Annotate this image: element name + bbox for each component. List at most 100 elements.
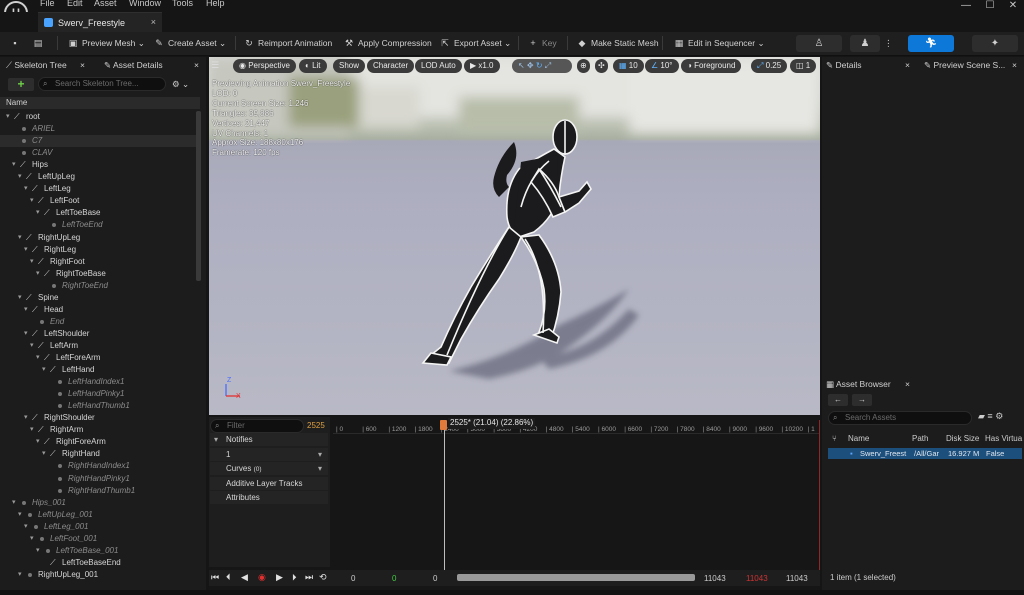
export-asset-button[interactable]: ⇱ Export Asset ⌄ <box>439 36 511 50</box>
tree-row[interactable]: ▾ ⟋ RightArm <box>0 424 196 436</box>
lod-button[interactable]: LOD Auto <box>415 59 462 73</box>
maximize-button[interactable]: ☐ <box>980 0 1000 12</box>
tab-skeleton-tree[interactable]: ⟋ Skeleton Tree <box>6 58 67 72</box>
tab-skeleton-close[interactable]: × <box>80 58 85 72</box>
asset-row[interactable]: ▪ Swerv_Freest /All/Gar 16.927 M False <box>828 448 1022 459</box>
current-frame[interactable]: 2525 <box>307 421 325 430</box>
tree-row[interactable]: ▾ ⟋ RightUpLeg <box>0 232 196 244</box>
character-button[interactable]: Character <box>367 59 415 73</box>
chevron-down-icon[interactable]: ▾ <box>24 412 28 424</box>
tree-row[interactable]: ▾ ⟋ LeftArm <box>0 340 196 352</box>
skeleton-mode-button[interactable]: ♙ <box>796 35 842 52</box>
chevron-down-icon[interactable]: ▾ <box>30 256 34 268</box>
col-disk-size[interactable]: Disk Size <box>946 434 979 443</box>
tree-row[interactable]: ▾ ⟋ RightLeg <box>0 244 196 256</box>
menu-asset[interactable]: Asset <box>94 0 117 8</box>
tree-row[interactable]: ▾ ⟋ LeftForeArm <box>0 352 196 364</box>
tab-asset-browser[interactable]: ▦ Asset Browser <box>826 377 891 391</box>
tree-row[interactable]: ▾ ⟋ RightFoot <box>0 256 196 268</box>
document-tab[interactable]: Swerv_Freestyle × <box>38 12 162 32</box>
attributes-track[interactable]: Attributes <box>210 491 328 504</box>
tab-preview-scene-close[interactable]: × <box>1012 58 1017 72</box>
chevron-down-icon[interactable]: ▾ <box>12 159 16 171</box>
chevron-down-icon[interactable]: ▾ <box>24 328 28 340</box>
chevron-down-icon[interactable]: ▾ <box>42 364 46 376</box>
tree-row[interactable]: ▾ ⟋ Spine <box>0 292 196 304</box>
tree-row[interactable]: C7 <box>0 135 196 148</box>
create-asset-button[interactable]: ✎ Create Asset ⌄ <box>153 36 226 50</box>
col-name[interactable]: Name <box>848 434 869 443</box>
tree-row[interactable]: ▾ ⟋ Hips <box>0 159 196 171</box>
tree-row[interactable]: ▾ ⟋ LeftHand <box>0 364 196 376</box>
to-start-button[interactable]: ⏮ <box>211 572 219 583</box>
foreground-button[interactable]: ◑ Foreground <box>681 59 742 73</box>
step-back-button[interactable]: ⏴ <box>226 572 231 583</box>
close-window-button[interactable]: ✕ <box>1003 0 1023 12</box>
tab-asset-browser-close[interactable]: × <box>905 377 910 391</box>
chevron-down-icon[interactable]: ▾ <box>18 232 22 244</box>
tab-asset-details[interactable]: ✎ Asset Details <box>104 58 163 72</box>
asset-search-input[interactable]: ⌕ Search Assets <box>828 411 972 425</box>
skeleton-search-input[interactable]: ⌕ Search Skeleton Tree... <box>38 77 166 91</box>
col-path[interactable]: Path <box>912 434 928 443</box>
working-start[interactable]: 0 <box>392 574 396 583</box>
tree-row[interactable]: RightHandThumb1 <box>0 485 196 497</box>
tree-row[interactable]: ▾ LeftLeg_001 <box>0 521 196 533</box>
document-tab-close[interactable]: × <box>151 17 156 27</box>
additive-tracks[interactable]: Additive Layer Tracks <box>210 477 328 490</box>
working-end[interactable]: 11043 <box>746 574 768 583</box>
history-forward-button[interactable]: → <box>852 394 872 406</box>
track-filter-input[interactable]: ⌕ Filter <box>210 419 304 433</box>
tab-asset-details-close[interactable]: × <box>194 58 199 72</box>
chevron-down-icon[interactable]: ▾ <box>24 304 28 316</box>
tree-row[interactable]: ▾ ⟋ RightToeBase <box>0 268 196 280</box>
chevron-down-icon[interactable]: ▾ <box>18 292 22 304</box>
to-end-button[interactable]: ⏭ <box>305 572 313 583</box>
chevron-down-icon[interactable]: ▾ <box>36 268 40 280</box>
timeline-ruler[interactable]: | 0| 600| 1200| 1800| 2400| 3000| 3600| … <box>333 420 820 434</box>
tree-settings-button[interactable]: ⚙ ⌄ <box>172 77 189 91</box>
camera-speed-button[interactable]: ◫ 1 <box>790 59 817 73</box>
perspective-button[interactable]: ◉ Perspective <box>233 59 296 73</box>
chevron-down-icon[interactable]: ▾ <box>24 521 28 533</box>
loop-button[interactable]: ⟲ <box>319 572 327 583</box>
tree-row[interactable]: ▾ LeftToeBase_001 <box>0 545 196 557</box>
chevron-down-icon[interactable]: ▾ <box>36 436 40 448</box>
tree-row[interactable]: ▾ ⟋ root <box>0 111 196 123</box>
tree-row[interactable]: ▾ LeftFoot_001 <box>0 533 196 545</box>
step-forward-button[interactable]: ⏵ <box>292 572 297 583</box>
tree-row[interactable]: ▾ ⟋ LeftToeBase <box>0 207 196 219</box>
chevron-down-icon[interactable]: ▾ <box>18 171 22 183</box>
chevron-down-icon[interactable]: ▾ <box>30 424 34 436</box>
view-end[interactable]: 11043 <box>704 574 726 583</box>
play-button[interactable]: ▶ <box>276 572 283 583</box>
reimport-button[interactable]: ↻ Reimport Animation <box>243 36 332 50</box>
blueprint-mode-button[interactable]: ✦ <box>972 35 1018 52</box>
range-start[interactable]: 0 <box>351 574 355 583</box>
menu-file[interactable]: File <box>40 0 55 8</box>
chevron-down-icon[interactable]: ▾ <box>12 497 16 509</box>
tree-scrollbar[interactable] <box>196 111 201 281</box>
more-options-button[interactable]: ⋮ <box>884 36 894 50</box>
asset-filter-tools[interactable]: ▰ ≡ ⚙ <box>978 411 1003 422</box>
tree-row[interactable]: ⟋ LeftToeBaseEnd <box>0 557 196 569</box>
timeline-scroll-bar[interactable] <box>457 574 695 581</box>
tree-row[interactable]: ▾ ⟋ RightShoulder <box>0 412 196 424</box>
range-end[interactable]: 11043 <box>786 574 808 583</box>
tree-row[interactable]: ▾ ⟋ RightForeArm <box>0 436 196 448</box>
menu-tools[interactable]: Tools <box>172 0 193 8</box>
tree-row[interactable]: ▾ ⟋ LeftShoulder <box>0 328 196 340</box>
lit-button[interactable]: ◐ Lit <box>299 59 327 73</box>
chevron-down-icon[interactable]: ▾ <box>18 509 22 521</box>
save-button[interactable]: ▪ <box>9 36 24 50</box>
transform-tools[interactable]: ↖ ✥ ↻ ⤢ <box>512 59 572 73</box>
tree-row[interactable]: RightHandIndex1 <box>0 460 196 472</box>
chevron-down-icon[interactable]: ▾ <box>24 183 28 195</box>
chevron-down-icon[interactable]: ▾ <box>30 195 34 207</box>
make-static-mesh-button[interactable]: ◆ Make Static Mesh <box>576 36 659 50</box>
playback-speed-button[interactable]: ▶ x1.0 <box>464 59 500 73</box>
history-back-button[interactable]: ← <box>828 394 848 406</box>
tree-row[interactable]: ▾ ⟋ RightHand <box>0 448 196 460</box>
show-button[interactable]: Show <box>333 59 366 73</box>
tree-row[interactable]: LeftHandThumb1 <box>0 400 196 412</box>
